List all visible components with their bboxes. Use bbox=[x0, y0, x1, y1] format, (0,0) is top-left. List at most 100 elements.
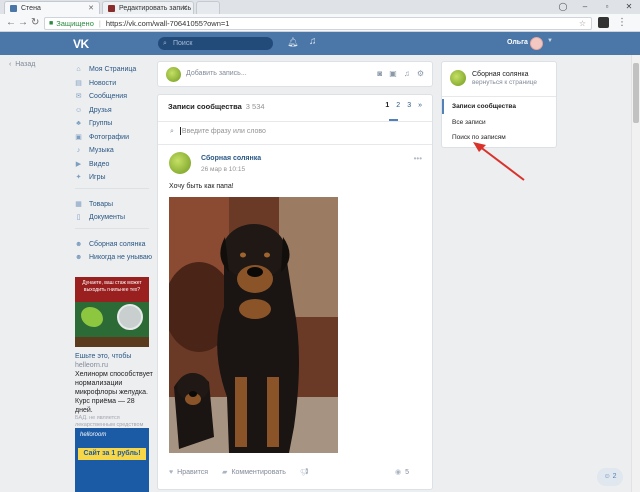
composer-tools: ◙ ▣ ♫ ⚙ bbox=[377, 69, 424, 78]
menu-item-video[interactable]: ▶ Видео bbox=[75, 158, 155, 172]
page-3[interactable]: 3 bbox=[407, 102, 411, 109]
menu-label: Документы bbox=[89, 214, 126, 222]
music-note-icon[interactable]: ♫ bbox=[404, 69, 410, 78]
composer-placeholder[interactable]: Добавить запись... bbox=[186, 70, 247, 77]
return-link[interactable]: вернуться к странице bbox=[472, 79, 537, 86]
menu-item-messages[interactable]: ✉ Сообщения bbox=[75, 90, 155, 104]
minimize-icon[interactable]: – bbox=[574, 0, 596, 14]
menu-item-photos[interactable]: ▣ Фотографии bbox=[75, 131, 155, 145]
forward-arrow-icon[interactable]: → bbox=[18, 17, 28, 28]
page-scrollbar[interactable] bbox=[631, 55, 640, 492]
page-2[interactable]: 2 bbox=[396, 102, 400, 109]
post-date[interactable]: 26 мар в 10:15 bbox=[201, 166, 245, 173]
avatar[interactable] bbox=[530, 37, 543, 50]
new-tab-button[interactable] bbox=[196, 1, 220, 14]
views-counter: ◉ 5 bbox=[395, 468, 409, 477]
scrollbar-thumb[interactable] bbox=[633, 63, 639, 123]
lock-icon: ■ bbox=[49, 20, 54, 27]
chevron-down-icon[interactable]: ▼ bbox=[547, 38, 553, 44]
more-options-icon[interactable]: ••• bbox=[414, 154, 422, 163]
community-avatar[interactable] bbox=[450, 70, 466, 86]
like-button[interactable]: ♥ Нравится bbox=[169, 469, 208, 476]
post-author-avatar[interactable] bbox=[169, 152, 191, 174]
camera-icon[interactable]: ◙ bbox=[377, 69, 382, 78]
ad-source[interactable]: helleorn.ru bbox=[75, 361, 153, 370]
groups-icon: ♣ bbox=[76, 120, 81, 128]
photos-icon: ▣ bbox=[75, 133, 82, 141]
side-item-community-posts[interactable]: Записи сообщества bbox=[442, 99, 556, 114]
menu-item-news[interactable]: ▤ Новости bbox=[75, 77, 155, 91]
browser-tab-edit[interactable]: Редактировать запись ✕ bbox=[102, 1, 194, 14]
browser-tab-wall[interactable]: Стена ✕ bbox=[4, 1, 100, 14]
menu-item-my-page[interactable]: ⌂ Моя Страница bbox=[75, 63, 155, 77]
reload-icon[interactable]: ↻ bbox=[31, 17, 39, 28]
back-arrow-icon[interactable]: ← bbox=[6, 17, 16, 28]
community-icon: ☻ bbox=[75, 254, 83, 262]
menu-item-community-2[interactable]: ☻ Никогда не унываю bbox=[75, 251, 155, 265]
menu-item-games[interactable]: ✦ Игры bbox=[75, 171, 155, 185]
vk-logo[interactable]: VK bbox=[73, 37, 89, 51]
ad-banner-text: Дунаете, ваш стаж может выходить гнильне… bbox=[75, 277, 149, 302]
back-label: Назад bbox=[15, 61, 36, 68]
notifications-bell-icon[interactable]: 🔔︎ bbox=[287, 37, 298, 48]
back-link[interactable]: ‹ Назад bbox=[9, 61, 35, 68]
share-button[interactable]: 📢︎ bbox=[300, 468, 313, 476]
close-window-icon[interactable]: ✕ bbox=[618, 0, 640, 14]
ad-title[interactable]: Ешьте это, чтобы bbox=[75, 352, 153, 361]
ad-promo: Сайт за 1 рубль! bbox=[78, 448, 146, 460]
music-note-icon[interactable]: ♫ bbox=[309, 36, 317, 47]
leaf-image bbox=[81, 307, 103, 327]
extension-icon[interactable] bbox=[598, 17, 609, 28]
menu-label: Новости bbox=[89, 79, 117, 87]
wall-search-input[interactable]: ⌕ Введите фразу или слово bbox=[170, 127, 266, 136]
header-search-input[interactable]: ⌕ Поиск bbox=[158, 37, 273, 50]
maximize-icon[interactable]: ▫ bbox=[596, 0, 618, 14]
menu-divider bbox=[75, 227, 149, 236]
wall-search-placeholder: Введите фразу или слово bbox=[181, 127, 266, 135]
bookmark-star-icon[interactable]: ☆ bbox=[579, 18, 586, 29]
video-icon[interactable]: ▣ bbox=[389, 69, 397, 78]
header-user-name[interactable]: Ольга bbox=[507, 39, 528, 46]
views-count: 5 bbox=[405, 468, 409, 476]
community-name[interactable]: Сборная солянка bbox=[472, 71, 529, 78]
secure-label: Защищено bbox=[56, 19, 94, 28]
menu-label: Сообщения bbox=[89, 93, 127, 101]
comment-button[interactable]: ▰ Комментировать bbox=[222, 468, 286, 477]
comment-label: Комментировать bbox=[231, 468, 286, 476]
post-photo-rottweilers[interactable] bbox=[169, 197, 338, 453]
side-item-all-posts[interactable]: Все записи bbox=[442, 115, 556, 130]
menu-item-docs[interactable]: ▯ Документы bbox=[75, 211, 155, 225]
post-author[interactable]: Сборная солянка bbox=[201, 155, 261, 162]
page-next[interactable]: » bbox=[418, 102, 422, 109]
url-field[interactable]: ■ Защищено | https://vk.com/wall-7064105… bbox=[44, 17, 592, 30]
post-footer: ♥ Нравится ▰ Комментировать 📢︎ ◉ 5 bbox=[169, 468, 423, 477]
post-text: Хочу быть как папа! bbox=[169, 183, 234, 190]
menu-item-music[interactable]: ♪ Музыка bbox=[75, 144, 155, 158]
page-1[interactable]: 1 bbox=[385, 102, 389, 109]
menu-item-goods[interactable]: ▦ Товары bbox=[75, 198, 155, 212]
ad-disclaimer: БАД. не является лекарственным средством bbox=[75, 415, 144, 428]
post-composer[interactable]: Добавить запись... ◙ ▣ ♫ ⚙ bbox=[157, 61, 433, 87]
menu-item-friends[interactable]: ☺ Друзья bbox=[75, 104, 155, 118]
close-icon[interactable]: ✕ bbox=[182, 4, 188, 12]
user-icon[interactable]: ◯ bbox=[552, 0, 574, 14]
menu-item-groups[interactable]: ♣ Группы bbox=[75, 117, 155, 131]
menu-divider bbox=[75, 187, 149, 196]
annotation-arrow-icon bbox=[473, 142, 525, 181]
close-icon[interactable]: ✕ bbox=[88, 4, 94, 12]
menu-item-community-1[interactable]: ☻ Сборная солянка bbox=[75, 238, 155, 252]
docs-icon: ▯ bbox=[76, 214, 81, 222]
messages-icon: ✉ bbox=[75, 93, 82, 101]
text-caret bbox=[179, 127, 181, 135]
browser-tab-bar: Стена ✕ Редактировать запись ✕ ◯ – ▫ ✕ bbox=[0, 0, 640, 14]
ad-banner-image[interactable]: Дунаете, ваш стаж может выходить гнильне… bbox=[75, 277, 149, 347]
chat-button[interactable]: ☺ 2 bbox=[597, 468, 623, 486]
divider bbox=[158, 121, 432, 122]
chevron-left-icon: ‹ bbox=[9, 61, 12, 68]
settings-icon[interactable]: ⚙ bbox=[417, 69, 424, 78]
browser-menu-icon[interactable]: ⋮ bbox=[617, 17, 627, 28]
tab-label: Стена bbox=[21, 4, 41, 12]
ad-banner-2[interactable]: helloroom Сайт за 1 рубль! bbox=[75, 428, 149, 492]
wall-card: Записи сообщества 3 534 1 2 3 » ⌕ Введите … bbox=[157, 94, 433, 490]
community-avatar bbox=[166, 67, 181, 82]
